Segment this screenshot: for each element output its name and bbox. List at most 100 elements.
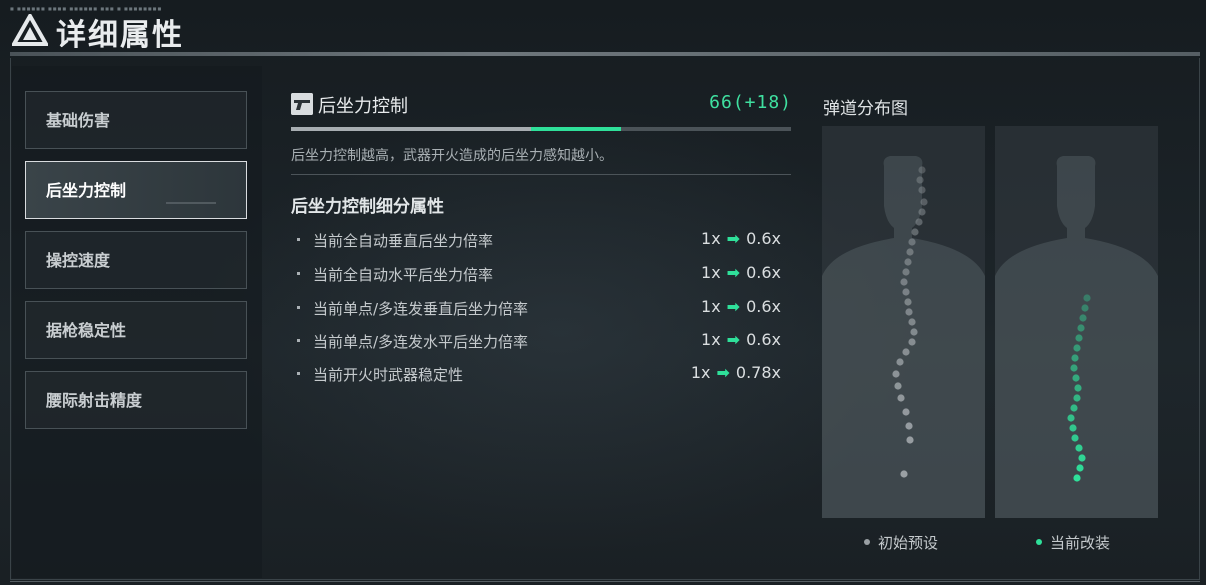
impact-point [894,382,902,390]
attribute-row: 当前开火时武器稳定性 1x ➡ 0.78x [291,362,791,386]
attribute-label: 当前开火时武器稳定性 [313,366,464,384]
pistol-icon [291,93,313,115]
impact-point [904,258,912,266]
legend-dot-icon [864,538,870,545]
value-to: 0.78x [735,363,781,382]
attribute-label: 当前单点/多连发水平后坐力倍率 [313,333,529,351]
attribute-label: 当前全自动垂直后坐力倍率 [313,232,494,250]
right-arrow-icon: ➡ [726,297,741,316]
sidebar-item-base-damage[interactable]: 基础伤害 [25,91,247,149]
impact-point [1081,304,1089,312]
impact-point [915,218,923,226]
impact-point [905,422,913,430]
attribute-value: 1x ➡ 0.6x [701,229,781,248]
impact-point [1075,444,1083,452]
ballistic-plot-current [995,156,1158,518]
impact-point [1070,404,1078,412]
impact-point [908,338,916,346]
sidebar-item-label: 操控速度 [46,251,111,270]
impact-point [1077,324,1085,332]
attribute-row: 当前全自动水平后坐力倍率 1x ➡ 0.6x [291,262,791,286]
sidebar-item-label: 后坐力控制 [46,181,127,200]
right-arrow-icon: ➡ [726,330,741,349]
value-from: 1x [701,330,721,349]
header-divider [10,52,1200,56]
target-silhouette [822,156,985,518]
value-to: 0.6x [746,229,781,248]
impact-point [897,394,905,402]
attribute-label: 当前全自动水平后坐力倍率 [313,266,494,284]
value-from: 1x [701,229,721,248]
impact-point [1072,374,1080,382]
sidebar-item-label: 基础伤害 [46,111,111,130]
impact-point [904,298,912,306]
impact-point [902,408,910,416]
detail-panel: 后坐力控制 66(+18) 后坐力控制越高，武器开火造成的后坐力感知越小。 后坐… [262,66,1202,578]
ballistic-panel-initial [822,126,985,518]
impact-point [902,288,910,296]
attribute-label: 当前单点/多连发垂直后坐力倍率 [313,300,529,318]
bottom-rule [10,581,1200,582]
attribute-row: 当前单点/多连发垂直后坐力倍率 1x ➡ 0.6x [291,296,791,320]
value-to: 0.6x [746,263,781,282]
attribute-value: 1x ➡ 0.78x [691,363,781,382]
impact-point [1070,364,1078,372]
stat-description: 后坐力控制越高，武器开火造成的后坐力感知越小。 [291,148,613,164]
impact-point [918,186,926,194]
sidebar-item-recoil-control[interactable]: 后坐力控制 [25,161,247,219]
bullet-dot [297,372,300,375]
sidebar-item-label: 腰际射击精度 [46,391,143,410]
subsection-title: 后坐力控制细分属性 [291,197,444,217]
impact-point [911,228,919,236]
impact-point [1075,334,1083,342]
attribute-row: 当前全自动垂直后坐力倍率 1x ➡ 0.6x [291,228,791,252]
impact-point [1073,474,1081,482]
attribute-value: 1x ➡ 0.6x [701,297,781,316]
impact-point [1071,434,1079,442]
legend-current: 当前改装 [1036,532,1110,553]
impact-point [1074,384,1082,392]
right-arrow-icon: ➡ [716,363,730,382]
impact-point [892,370,900,378]
page-header: ■ ■■■■■■ ■■■■ ■■■■■■ ■■■ ■ ■■■■■■■■ 详细属性 [0,0,1206,56]
sidebar-item-label: 据枪稳定性 [46,321,127,340]
impact-point [1078,454,1086,462]
legend-label: 当前改装 [1050,534,1111,552]
attribute-row: 当前单点/多连发水平后坐力倍率 1x ➡ 0.6x [291,329,791,353]
section-divider [291,174,791,175]
impact-point [902,268,910,276]
impact-point [900,470,908,478]
attribute-value: 1x ➡ 0.6x [701,263,781,282]
stat-bar-bonus-fill [531,127,621,131]
right-arrow-icon: ➡ [726,263,741,282]
stat-bar [291,127,791,131]
ballistic-plot-initial [822,156,985,518]
stat-value: 66(+18) [709,92,792,113]
impact-point [1083,294,1091,302]
right-arrow-icon: ➡ [726,229,741,248]
active-item-decoration [166,202,216,204]
sidebar-item-handling-speed[interactable]: 操控速度 [25,231,247,289]
stat-name: 后坐力控制 [318,96,408,117]
bullet-dot [297,306,300,309]
impact-point [1073,344,1081,352]
impact-point [906,248,914,256]
sidebar-item-aim-stability[interactable]: 据枪稳定性 [25,301,247,359]
sidebar-item-hipfire-accuracy[interactable]: 腰际射击精度 [25,371,247,429]
bullet-dot [297,339,300,342]
impact-point [1073,394,1081,402]
impact-point [920,198,928,206]
page-title: 详细属性 [56,18,184,53]
value-from: 1x [701,297,721,316]
impact-point [918,208,926,216]
triangle-a-logo-icon [12,14,48,46]
impact-point [906,436,914,444]
legend-dot-icon [1036,538,1042,545]
impact-point [1067,414,1075,422]
impact-point [1069,424,1077,432]
bullet-dot [297,238,300,241]
impact-point [908,318,916,326]
impact-point [1076,464,1084,472]
attribute-value: 1x ➡ 0.6x [701,330,781,349]
ballistic-title: 弹道分布图 [823,99,908,119]
